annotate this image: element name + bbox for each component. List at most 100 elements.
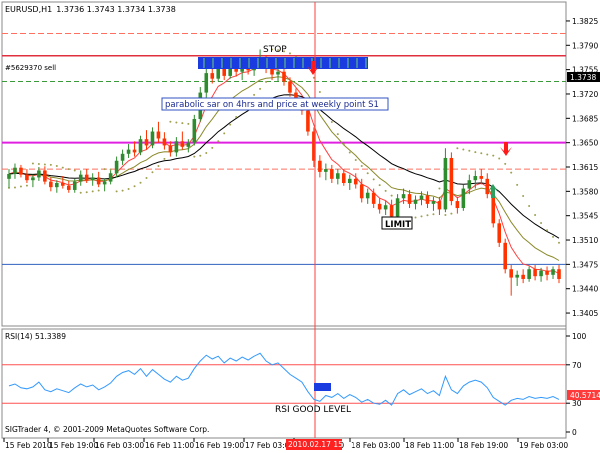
candle-body [19,167,23,175]
price-tick-label: 1.3720 [572,90,598,99]
sar-dot [217,140,220,143]
sar-dot [109,168,112,171]
sar-dot [61,166,64,169]
candle-body [431,201,436,204]
sar-dot [546,229,549,232]
sar-dot [510,171,513,174]
sar-dot [259,87,262,90]
rsi-current-label: 40.5714 [570,391,600,400]
sar-dot [432,213,435,216]
candle-body [25,174,29,181]
sar-dot [121,189,124,192]
candle[interactable] [503,238,507,274]
candle-body [473,176,478,181]
time-tick-label: 16 Feb 19:00 [195,441,244,450]
sar-dot [288,52,291,55]
sar-dot [480,152,483,155]
candle[interactable] [449,152,454,206]
time-tick-label: 15 Feb 19:00 [49,441,98,450]
sar-dot [420,215,423,218]
candle-body [210,73,215,79]
candle[interactable] [192,114,197,146]
sar-dot [372,178,375,181]
candle-body [288,81,292,93]
candle-body [270,68,274,75]
candle[interactable] [497,219,502,247]
price-tick-label: 1.3405 [572,309,598,318]
sar-dot [348,151,351,154]
price-chart-svg[interactable]: EURUSD,H1 1.3736 1.3743 1.3734 1.3738 #56… [0,0,600,451]
candle-body [84,174,89,181]
mt4-chart-window[interactable]: EURUSD,H1 1.3736 1.3743 1.3734 1.3738 #56… [0,0,600,451]
candle-body [425,195,430,204]
candle-body [389,205,394,217]
candle-body [509,269,513,278]
sar-dot [49,163,52,166]
price-tick-label: 1.3440 [572,285,598,294]
stop-label: STOP [263,45,287,55]
candle-body [49,181,53,188]
candle-body [539,270,543,277]
sar-dot [474,151,477,154]
sar-dot [552,235,555,238]
candle-body [467,180,472,189]
candle-body [72,181,77,190]
sar-dot [127,188,130,191]
sar-dot [103,168,106,171]
sar-dot [199,154,202,157]
sar-dot [384,189,387,192]
cursor-time-label: 2010.02.17 15:00 [288,440,355,449]
candle-body [90,177,95,181]
candle-body [353,178,358,185]
candle-body [108,173,113,182]
candle-body [395,198,400,217]
candle-body [443,157,448,210]
order-zone-box[interactable] [198,57,368,69]
candle-body [515,274,519,278]
sar-dot [330,120,333,123]
candle-body [371,192,376,204]
rsi-tick-label: 0 [572,428,577,437]
candle-body [132,149,137,153]
sar-dot [504,162,507,165]
sar-dot [145,177,148,180]
copyright-label: SIGTrader 4, © 2001-2009 MetaQuotes Soft… [5,425,209,434]
sar-dot [522,195,525,198]
candle-body [359,184,364,199]
sar-dot [534,213,537,216]
price-tick-label: 1.3510 [572,236,598,245]
sar-dot [528,204,531,207]
candle-body [491,194,496,224]
candle-body [533,269,537,277]
candle[interactable] [306,106,310,136]
sar-dot [438,187,441,190]
sar-dot [91,190,94,193]
rsi-good-level-label: RSI GOOD LEVEL [275,405,351,415]
candle-body [43,170,47,182]
candle-body [61,182,65,186]
time-tick-label: 16 Feb 03:00 [95,441,144,450]
sar-dot [253,93,256,96]
candle-body [455,201,460,209]
candle-body [419,195,424,200]
candle-body [545,270,549,275]
candle-body [204,73,209,93]
limit-label: LIMIT [385,220,411,230]
candle-body [180,141,185,147]
sar-dot [498,157,501,160]
candle-body [282,71,286,82]
candle-body [162,138,167,146]
candle-body [437,201,442,210]
candle-body [31,177,35,181]
candle-body [521,274,525,279]
sar-dot [79,191,82,194]
sar-dot [414,216,417,219]
sar-dot [85,191,88,194]
sar-dot [390,194,393,197]
candle-body [276,71,280,75]
candle-body [78,174,83,182]
price-tick-label: 1.3545 [572,212,598,221]
candle-body [174,141,179,153]
time-tick-label: 16 Feb 11:00 [145,441,194,450]
price-tick-label: 1.3475 [572,260,598,269]
